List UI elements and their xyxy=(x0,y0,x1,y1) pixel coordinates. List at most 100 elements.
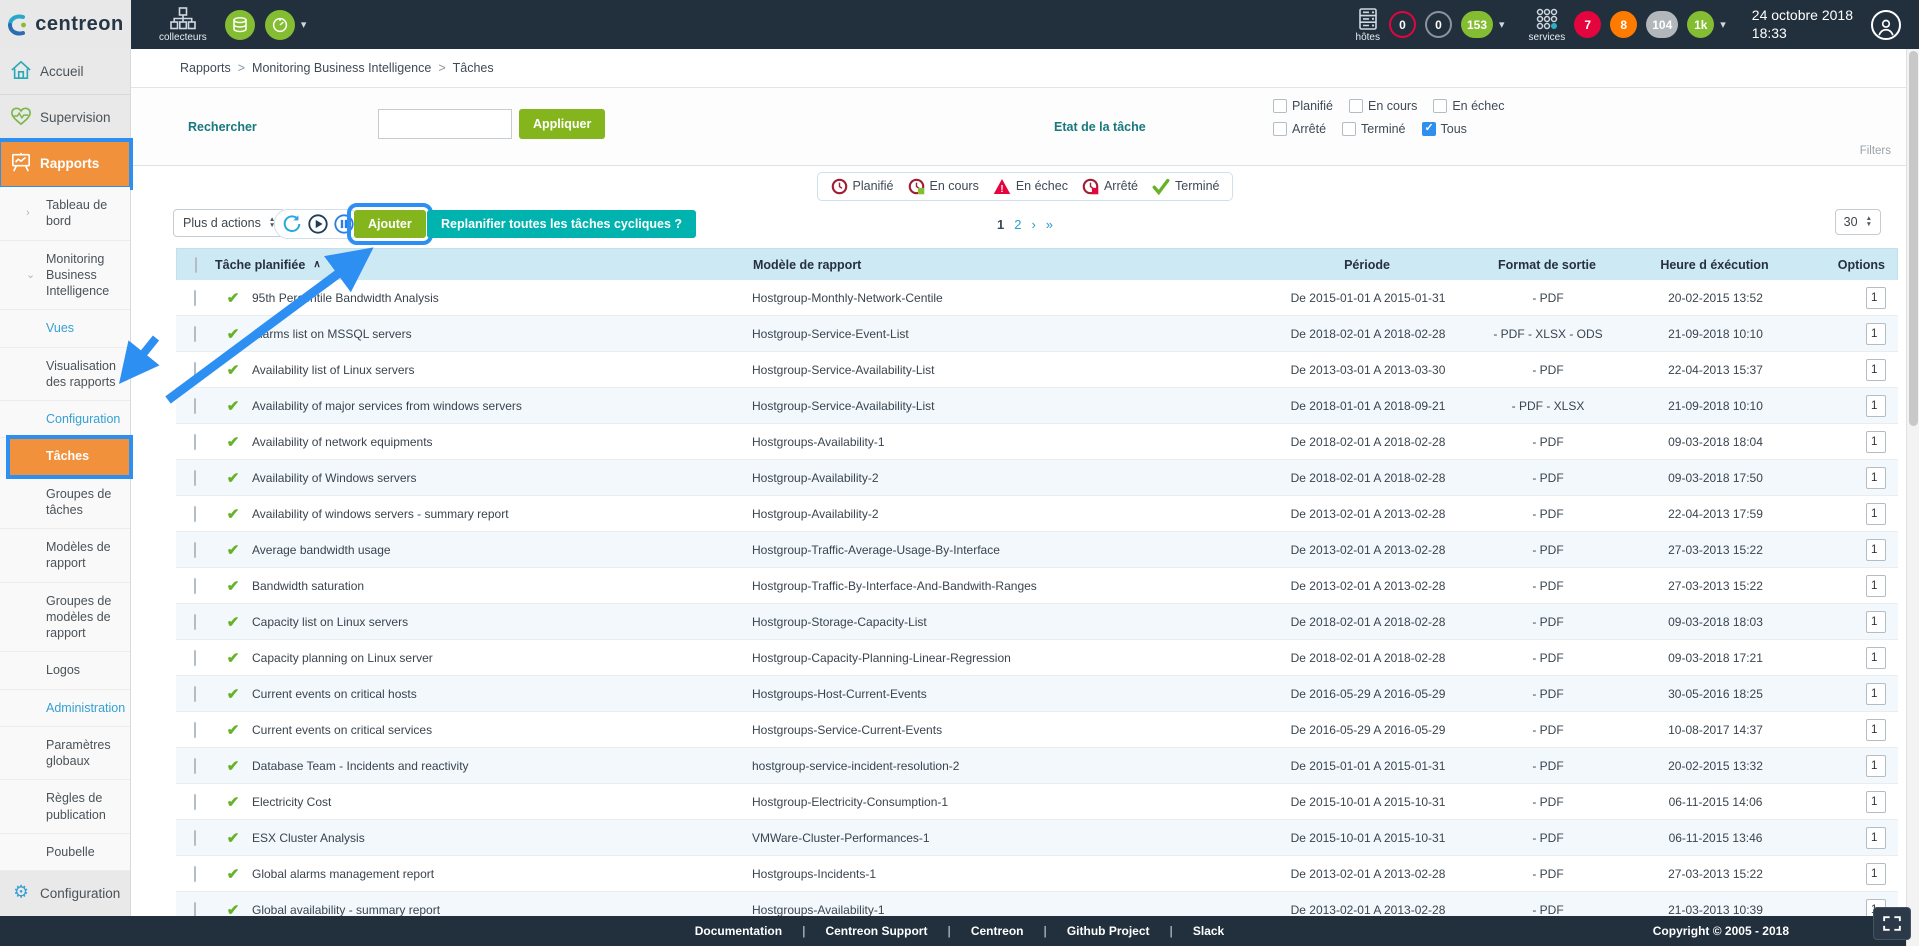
task-name[interactable]: Availability of Windows servers xyxy=(252,471,752,485)
row-checkbox[interactable] xyxy=(194,290,196,306)
sidebar-item-supervision[interactable]: Supervision xyxy=(0,95,130,141)
options-input[interactable] xyxy=(1866,683,1886,705)
poller-chevron-down-icon[interactable]: ▾ xyxy=(301,18,307,31)
hosts-badge[interactable]: 0 xyxy=(1425,11,1452,38)
page-2[interactable]: 2 xyxy=(1014,217,1021,232)
apply-button[interactable]: Appliquer xyxy=(519,109,605,139)
search-input[interactable] xyxy=(378,109,512,139)
row-checkbox[interactable] xyxy=(194,326,196,342)
services-badge[interactable]: 7 xyxy=(1574,11,1601,38)
sidebar-item-r-gles-de-publication[interactable]: Règles de publication xyxy=(0,780,130,834)
footer-link[interactable]: Github Project xyxy=(1067,924,1150,938)
checkbox[interactable] xyxy=(1342,122,1356,136)
options-input[interactable] xyxy=(1866,863,1886,885)
state-filter-en-chec[interactable]: En échec xyxy=(1433,99,1504,113)
task-name[interactable]: Global availability - summary report xyxy=(252,903,752,917)
options-input[interactable] xyxy=(1866,575,1886,597)
page-»[interactable]: » xyxy=(1046,217,1053,232)
sidebar-item-tableau-de-bord[interactable]: ›Tableau de bord xyxy=(0,187,130,241)
sidebar-item-configuration[interactable]: ⚙Configuration xyxy=(0,871,130,917)
options-input[interactable] xyxy=(1866,467,1886,489)
page-›[interactable]: › xyxy=(1031,217,1035,232)
services-badge[interactable]: 8 xyxy=(1610,11,1637,38)
services-badge[interactable]: 104 xyxy=(1646,11,1678,38)
state-filter-tous[interactable]: Tous xyxy=(1422,122,1467,136)
options-input[interactable] xyxy=(1866,755,1886,777)
column-output-format[interactable]: Format de sortie xyxy=(1467,258,1627,272)
task-name[interactable]: Database Team - Incidents and reactivity xyxy=(252,759,752,773)
row-checkbox[interactable] xyxy=(194,794,196,810)
row-checkbox[interactable] xyxy=(194,650,196,666)
task-name[interactable]: Capacity planning on Linux server xyxy=(252,651,752,665)
sidebar-item-monitoring-business-intelligence[interactable]: ⌄Monitoring Business Intelligence xyxy=(0,241,130,311)
row-checkbox[interactable] xyxy=(194,722,196,738)
footer-link[interactable]: Centreon Support xyxy=(825,924,927,938)
checkbox[interactable] xyxy=(1349,99,1363,113)
pollers-menu[interactable]: collecteurs xyxy=(159,7,207,43)
options-input[interactable] xyxy=(1866,791,1886,813)
task-name[interactable]: Availability of network equipments xyxy=(252,435,752,449)
breadcrumb-item[interactable]: Rapports xyxy=(180,61,231,75)
fullscreen-button[interactable] xyxy=(1873,907,1911,940)
row-checkbox[interactable] xyxy=(194,470,196,486)
options-input[interactable] xyxy=(1866,359,1886,381)
sidebar-item-t-ches[interactable]: Tâches xyxy=(9,438,130,475)
centreon-logo[interactable]: centreon xyxy=(0,0,131,49)
column-period[interactable]: Période xyxy=(1267,258,1467,272)
task-name[interactable]: Availability list of Linux servers xyxy=(252,363,752,377)
task-name[interactable]: Availability of windows servers - summar… xyxy=(252,507,752,521)
state-filter-arr-t-[interactable]: Arrêté xyxy=(1273,122,1326,136)
services-badge[interactable]: 1k xyxy=(1687,11,1714,38)
row-checkbox[interactable] xyxy=(194,686,196,702)
task-name[interactable]: Alarms list on MSSQL servers xyxy=(252,327,752,341)
sidebar-item-param-tres-globaux[interactable]: Paramètres globaux xyxy=(0,727,130,781)
user-avatar[interactable] xyxy=(1871,10,1901,40)
task-name[interactable]: Current events on critical hosts xyxy=(252,687,752,701)
row-checkbox[interactable] xyxy=(194,506,196,522)
vertical-scrollbar[interactable] xyxy=(1906,49,1919,946)
footer-link[interactable]: Slack xyxy=(1193,924,1224,938)
options-input[interactable] xyxy=(1866,719,1886,741)
column-task-name[interactable]: Tâche planifiée∧ xyxy=(215,258,753,272)
options-input[interactable] xyxy=(1866,647,1886,669)
row-checkbox[interactable] xyxy=(194,614,196,630)
services-menu[interactable]: services xyxy=(1529,7,1566,43)
hosts-badge[interactable]: 153 xyxy=(1461,11,1493,38)
state-filter-termin-[interactable]: Terminé xyxy=(1342,122,1405,136)
gauge-status-icon[interactable] xyxy=(265,10,295,40)
select-all-checkbox[interactable] xyxy=(195,257,197,273)
task-name[interactable]: Current events on critical services xyxy=(252,723,752,737)
options-input[interactable] xyxy=(1866,323,1886,345)
state-filter-planifi-[interactable]: Planifié xyxy=(1273,99,1333,113)
footer-link[interactable]: Centreon xyxy=(971,924,1024,938)
page-size-select[interactable]: 30 ▲▼ xyxy=(1835,209,1881,235)
column-exec-time[interactable]: Heure d éxécution xyxy=(1627,258,1802,272)
sidebar-item-groupes-de-t-ches[interactable]: Groupes de tâches xyxy=(0,476,130,530)
sidebar-item-poubelle[interactable]: Poubelle xyxy=(0,834,130,871)
row-checkbox[interactable] xyxy=(194,542,196,558)
task-name[interactable]: Electricity Cost xyxy=(252,795,752,809)
sidebar-item-groupes-de-mod-les-de-rapport[interactable]: Groupes de modèles de rapport xyxy=(0,583,130,653)
checkbox[interactable] xyxy=(1273,99,1287,113)
row-checkbox[interactable] xyxy=(194,578,196,594)
chevron-down-icon[interactable]: ▾ xyxy=(1720,18,1726,31)
footer-link[interactable]: Documentation xyxy=(695,924,782,938)
chevron-down-icon[interactable]: ▾ xyxy=(1499,18,1505,31)
state-filter-en-cours[interactable]: En cours xyxy=(1349,99,1417,113)
task-name[interactable]: Average bandwidth usage xyxy=(252,543,752,557)
sidebar-item-mod-les-de-rapport[interactable]: Modèles de rapport xyxy=(0,529,130,583)
checkbox[interactable] xyxy=(1433,99,1447,113)
column-options[interactable]: Options xyxy=(1802,258,1897,272)
task-name[interactable]: Availability of major services from wind… xyxy=(252,399,752,413)
options-input[interactable] xyxy=(1866,611,1886,633)
options-input[interactable] xyxy=(1866,827,1886,849)
row-checkbox[interactable] xyxy=(194,398,196,414)
options-input[interactable] xyxy=(1866,539,1886,561)
database-status-icon[interactable] xyxy=(225,10,255,40)
sidebar-item-vues[interactable]: Vues xyxy=(0,310,130,347)
sidebar-item-visualisation-des-rapports[interactable]: Visualisation des rapports xyxy=(0,348,130,402)
sidebar-item-configuration[interactable]: Configuration xyxy=(0,401,130,438)
sidebar-item-rapports[interactable]: Rapports xyxy=(0,141,130,187)
scrollbar-thumb[interactable] xyxy=(1909,51,1918,426)
checkbox[interactable] xyxy=(1273,122,1287,136)
